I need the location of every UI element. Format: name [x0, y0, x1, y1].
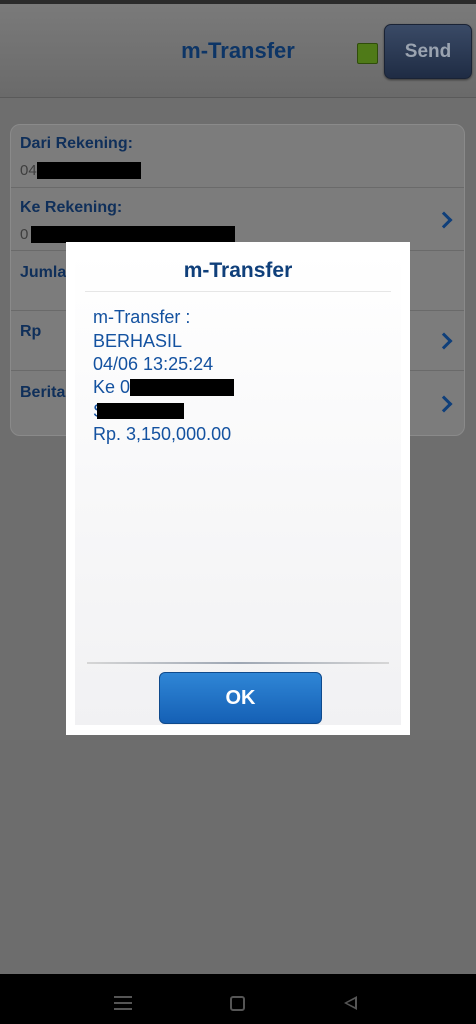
chevron-right-icon	[435, 211, 453, 229]
message-label: Berita	[20, 384, 66, 401]
redaction-bar	[130, 379, 234, 396]
redaction-bar	[37, 162, 141, 179]
send-button[interactable]: Send	[384, 24, 472, 79]
from-account-row[interactable]: Dari Rekening: 04	[11, 125, 464, 188]
redaction-bar	[31, 226, 235, 243]
to-account-label: Ke Rekening:	[20, 199, 123, 216]
dialog-title: m-Transfer	[183, 259, 293, 282]
navigation-bar	[0, 974, 476, 1024]
divider	[87, 662, 389, 664]
menu-icon[interactable]	[114, 996, 132, 1010]
redaction-bar	[97, 403, 184, 419]
home-icon[interactable]	[230, 996, 245, 1011]
message-line: m-Transfer :	[93, 307, 191, 327]
divider	[85, 291, 391, 292]
chevron-right-icon	[435, 395, 453, 413]
message-line: Rp. 3,150,000.00	[93, 424, 232, 444]
background-panel	[0, 740, 476, 974]
dialog-overlay: m-Transfer m-Transfer : BERHASIL 04/06 1…	[66, 242, 410, 735]
ok-button[interactable]: OK	[159, 672, 322, 724]
amount-label: Jumla	[20, 264, 67, 281]
to-account-value: 0	[20, 226, 29, 243]
from-account-value: 04	[20, 162, 37, 179]
message-line: 04/06 13:25:24	[93, 354, 214, 374]
status-indicator-icon	[357, 43, 378, 64]
currency-label: Rp	[20, 323, 42, 340]
message-line: BERHASIL	[93, 331, 183, 351]
result-dialog: m-Transfer m-Transfer : BERHASIL 04/06 1…	[75, 251, 401, 725]
chevron-right-icon	[435, 332, 453, 350]
message-line: Ke 0	[93, 377, 131, 397]
from-account-label: Dari Rekening:	[20, 135, 133, 152]
back-icon[interactable]	[344, 996, 357, 1010]
app-header: m-Transfer Send	[0, 4, 476, 98]
